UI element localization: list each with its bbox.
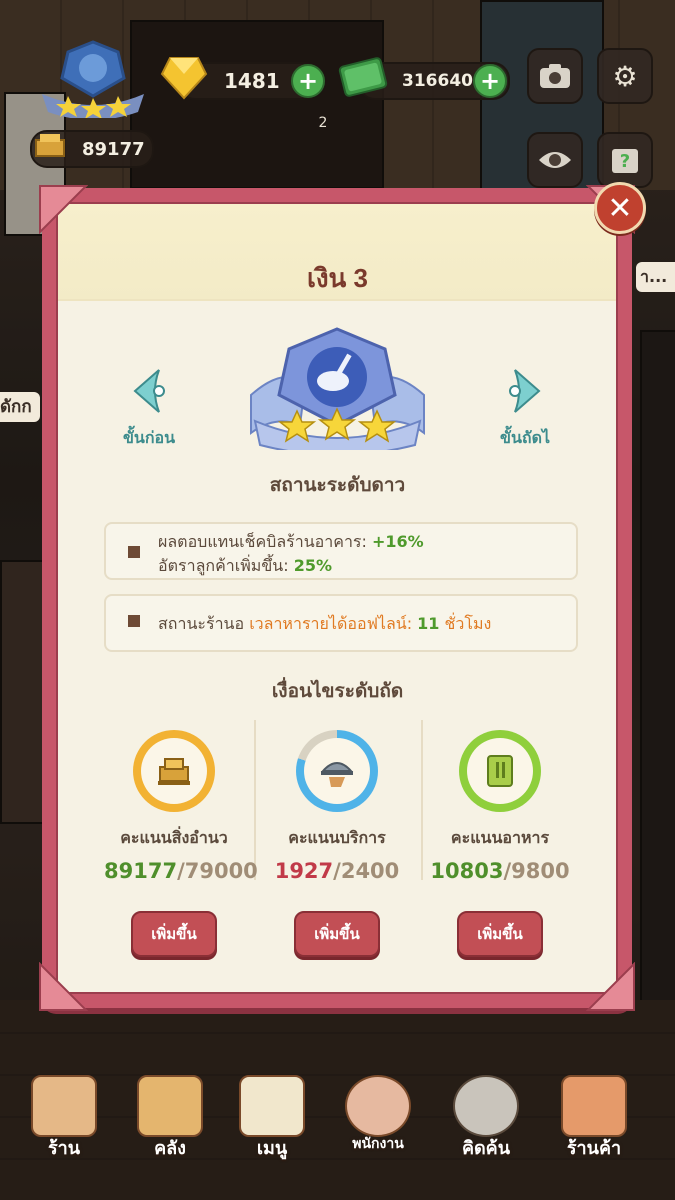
increase-food-button[interactable]: เพิ่มขึ้น: [457, 911, 543, 957]
close-icon: ✕: [607, 190, 633, 226]
prestige-icon: [158, 758, 190, 785]
increase-service-button[interactable]: เพิ่มขึ้น: [294, 911, 380, 957]
corner-ornament: [39, 185, 88, 234]
prestige-icon: [30, 126, 70, 170]
svg-text:?: ?: [620, 151, 630, 172]
gear-icon: ⚙: [612, 59, 638, 93]
view-button[interactable]: [527, 132, 583, 188]
bill-bonus-label: ผลตอบแทนเช็คบิลร้านอาคาร:: [158, 532, 367, 551]
star-status-heading: สถานะระดับดาว: [0, 470, 675, 500]
offline-time-unit: ชั่วโมง: [444, 614, 492, 633]
add-money-button[interactable]: +: [473, 64, 507, 98]
requirement-label: คะแนนอาหาร: [450, 828, 550, 847]
nav-staff[interactable]: พนักงาน: [336, 1075, 420, 1165]
nav-shop[interactable]: ร้าน: [22, 1075, 106, 1165]
nav-warehouse[interactable]: คลัง: [128, 1075, 212, 1165]
customer-rate-label: อัตราลูกค้าเพิ่มขึ้น:: [158, 556, 289, 575]
next-level-requirements-heading: เงื่อนไขระดับถัด: [0, 676, 675, 706]
recipe-book-icon: [487, 755, 513, 787]
help-book-button[interactable]: ?: [597, 132, 653, 188]
camera-icon: [540, 64, 570, 88]
bill-bonus-value: +16%: [372, 532, 424, 551]
cash-icon: [338, 52, 390, 106]
offline-time-label: เวลาหารายได้ออฟไลน์:: [249, 614, 413, 633]
settings-button[interactable]: ⚙: [597, 48, 653, 104]
shop-icon: [31, 1075, 97, 1137]
next-rank-button[interactable]: ขั้นถัดไ: [484, 366, 566, 451]
arrow-left-icon: [133, 369, 165, 413]
menu-icon: [239, 1075, 305, 1137]
previous-rank-button[interactable]: ขั้นก่อน: [108, 366, 190, 451]
add-gems-button[interactable]: +: [291, 64, 325, 98]
next-rank-label: ขั้นถัดไ: [500, 428, 550, 447]
prestige-value: 89177: [82, 138, 145, 160]
nav-research[interactable]: คิดค้น: [444, 1075, 528, 1165]
bonus-info-box: ผลตอบแทนเช็คบิลร้านอาคาร: +16% อัตราลูกค…: [104, 522, 578, 580]
requirement-score: 1927/2400: [274, 859, 400, 883]
store-icon: [561, 1075, 627, 1137]
requirement-label: คะแนนสิ่งอำนว: [120, 828, 228, 847]
requirement-label: คะแนนบริการ: [288, 828, 386, 847]
restaurant-rank-badge[interactable]: [38, 38, 148, 120]
previous-rank-label: ขั้นก่อน: [122, 428, 176, 447]
side-label-left: ดักก: [0, 392, 40, 422]
dialog-title: เงิน 3: [306, 263, 369, 293]
gem-value: 1481: [224, 69, 280, 93]
arrow-right-icon: [509, 369, 541, 413]
shop-status-label: สถานะร้านอ: [158, 614, 245, 633]
requirement-prestige: คะแนนสิ่งอำนว 89177/79000 เพิ่มขึ้น: [104, 730, 258, 957]
cooking-pan-emblem-icon: [250, 327, 425, 456]
customer-rate-value: 25%: [293, 556, 332, 575]
warehouse-icon: [137, 1075, 203, 1137]
gem-icon: [160, 52, 208, 106]
notification-badge: 2: [318, 115, 328, 131]
help-book-icon: ?: [612, 149, 638, 173]
service-tray-icon: [320, 762, 354, 787]
nav-menu[interactable]: เมนู: [230, 1075, 314, 1165]
offline-info-box: สถานะร้านอ เวลาหารายได้ออฟไลน์: 11 ชั่วโ…: [104, 594, 578, 652]
requirement-food: คะแนนอาหาร 10803/9800 เพิ่มขึ้น: [430, 730, 570, 957]
requirement-score: 89177/79000: [104, 859, 258, 883]
research-icon: [453, 1075, 519, 1137]
requirement-score: 10803/9800: [430, 859, 570, 883]
nav-store[interactable]: ร้านค้า: [552, 1075, 636, 1165]
eye-icon: [539, 152, 571, 168]
increase-prestige-button[interactable]: เพิ่มขึ้น: [131, 911, 217, 957]
requirement-service: คะแนนบริการ 1927/2400 เพิ่มขึ้น: [267, 730, 407, 957]
rank-badge-icon: [42, 40, 144, 120]
silver-rank-emblem: [245, 325, 430, 456]
close-button[interactable]: ✕: [594, 182, 646, 234]
offline-time-value: 11: [417, 614, 440, 633]
camera-button[interactable]: [527, 48, 583, 104]
corner-ornament: [586, 962, 635, 1011]
corner-ornament: [39, 962, 88, 1011]
staff-icon: [345, 1075, 411, 1137]
